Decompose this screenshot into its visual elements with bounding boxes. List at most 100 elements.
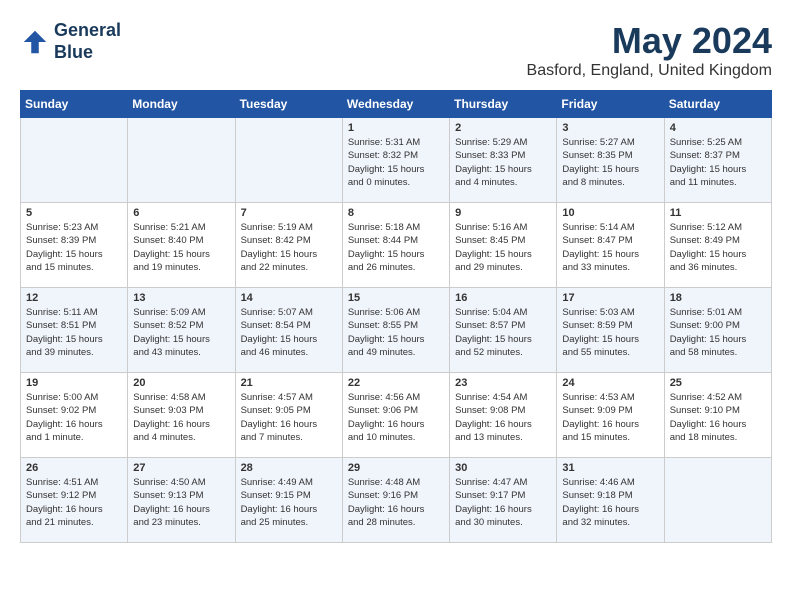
day-number: 14	[241, 292, 337, 304]
calendar-cell: 2 Sunrise: 5:29 AMSunset: 8:33 PMDaylight…	[450, 118, 557, 203]
day-info: Sunrise: 5:11 AMSunset: 8:51 PMDaylight:…	[26, 306, 122, 359]
day-number: 28	[241, 462, 337, 474]
col-header-thursday: Thursday	[450, 91, 557, 118]
day-info: Sunrise: 5:19 AMSunset: 8:42 PMDaylight:…	[241, 221, 337, 274]
day-info: Sunrise: 4:53 AMSunset: 9:09 PMDaylight:…	[562, 391, 658, 444]
logo-text: General Blue	[54, 20, 121, 63]
day-info: Sunrise: 5:09 AMSunset: 8:52 PMDaylight:…	[133, 306, 229, 359]
month-title: May 2024	[527, 20, 772, 62]
calendar-cell: 17Sunrise: 5:03 AMSunset: 8:59 PMDayligh…	[557, 288, 664, 373]
col-header-saturday: Saturday	[664, 91, 771, 118]
day-number: 3	[562, 122, 658, 134]
calendar-cell	[664, 458, 771, 543]
day-number: 17	[562, 292, 658, 304]
day-number: 2	[455, 122, 551, 134]
calendar-cell: 31Sunrise: 4:46 AMSunset: 9:18 PMDayligh…	[557, 458, 664, 543]
calendar-cell: 7 Sunrise: 5:19 AMSunset: 8:42 PMDaylight…	[235, 203, 342, 288]
day-number: 27	[133, 462, 229, 474]
day-info: Sunrise: 4:54 AMSunset: 9:08 PMDaylight:…	[455, 391, 551, 444]
day-info: Sunrise: 4:49 AMSunset: 9:15 PMDaylight:…	[241, 476, 337, 529]
day-info: Sunrise: 4:47 AMSunset: 9:17 PMDaylight:…	[455, 476, 551, 529]
day-number: 4	[670, 122, 766, 134]
day-number: 1	[348, 122, 444, 134]
day-number: 29	[348, 462, 444, 474]
day-number: 10	[562, 207, 658, 219]
calendar-cell: 4 Sunrise: 5:25 AMSunset: 8:37 PMDaylight…	[664, 118, 771, 203]
logo-icon	[20, 27, 50, 57]
calendar-cell: 23 Sunrise: 4:54 AMSunset: 9:08 PMDayligh…	[450, 373, 557, 458]
day-info: Sunrise: 4:50 AMSunset: 9:13 PMDaylight:…	[133, 476, 229, 529]
calendar-cell: 11Sunrise: 5:12 AMSunset: 8:49 PMDayligh…	[664, 203, 771, 288]
day-number: 23	[455, 377, 551, 389]
day-info: Sunrise: 5:29 AMSunset: 8:33 PMDaylight:…	[455, 136, 551, 189]
calendar-cell: 18Sunrise: 5:01 AMSunset: 9:00 PMDayligh…	[664, 288, 771, 373]
day-info: Sunrise: 4:48 AMSunset: 9:16 PMDaylight:…	[348, 476, 444, 529]
day-number: 18	[670, 292, 766, 304]
calendar-cell: 16 Sunrise: 5:04 AMSunset: 8:57 PMDayligh…	[450, 288, 557, 373]
calendar-cell	[235, 118, 342, 203]
day-info: Sunrise: 4:46 AMSunset: 9:18 PMDaylight:…	[562, 476, 658, 529]
col-header-tuesday: Tuesday	[235, 91, 342, 118]
col-header-monday: Monday	[128, 91, 235, 118]
col-header-friday: Friday	[557, 91, 664, 118]
day-info: Sunrise: 5:16 AMSunset: 8:45 PMDaylight:…	[455, 221, 551, 274]
week-row-3: 12 Sunrise: 5:11 AMSunset: 8:51 PMDayligh…	[21, 288, 772, 373]
calendar-cell: 12 Sunrise: 5:11 AMSunset: 8:51 PMDayligh…	[21, 288, 128, 373]
calendar-cell: 9Sunrise: 5:16 AMSunset: 8:45 PMDaylight…	[450, 203, 557, 288]
day-number: 24	[562, 377, 658, 389]
header: General Blue May 2024 Basford, England, …	[20, 20, 772, 80]
week-row-2: 5Sunrise: 5:23 AMSunset: 8:39 PMDaylight…	[21, 203, 772, 288]
calendar-cell: 1 Sunrise: 5:31 AMSunset: 8:32 PMDaylight…	[342, 118, 449, 203]
week-row-5: 26Sunrise: 4:51 AMSunset: 9:12 PMDayligh…	[21, 458, 772, 543]
day-info: Sunrise: 5:00 AMSunset: 9:02 PMDaylight:…	[26, 391, 122, 444]
day-info: Sunrise: 5:04 AMSunset: 8:57 PMDaylight:…	[455, 306, 551, 359]
calendar-cell: 22Sunrise: 4:56 AMSunset: 9:06 PMDayligh…	[342, 373, 449, 458]
calendar-cell: 19 Sunrise: 5:00 AMSunset: 9:02 PMDayligh…	[21, 373, 128, 458]
day-number: 7	[241, 207, 337, 219]
day-number: 21	[241, 377, 337, 389]
calendar-cell	[128, 118, 235, 203]
day-info: Sunrise: 4:52 AMSunset: 9:10 PMDaylight:…	[670, 391, 766, 444]
calendar-table: SundayMondayTuesdayWednesdayThursdayFrid…	[20, 90, 772, 543]
calendar-cell: 25 Sunrise: 4:52 AMSunset: 9:10 PMDayligh…	[664, 373, 771, 458]
calendar-cell: 24 Sunrise: 4:53 AMSunset: 9:09 PMDayligh…	[557, 373, 664, 458]
day-number: 12	[26, 292, 122, 304]
day-info: Sunrise: 5:06 AMSunset: 8:55 PMDaylight:…	[348, 306, 444, 359]
day-number: 15	[348, 292, 444, 304]
calendar-cell: 3 Sunrise: 5:27 AMSunset: 8:35 PMDaylight…	[557, 118, 664, 203]
day-info: Sunrise: 5:21 AMSunset: 8:40 PMDaylight:…	[133, 221, 229, 274]
day-info: Sunrise: 5:07 AMSunset: 8:54 PMDaylight:…	[241, 306, 337, 359]
calendar-cell: 26Sunrise: 4:51 AMSunset: 9:12 PMDayligh…	[21, 458, 128, 543]
day-info: Sunrise: 5:25 AMSunset: 8:37 PMDaylight:…	[670, 136, 766, 189]
day-number: 22	[348, 377, 444, 389]
calendar-cell: 29 Sunrise: 4:48 AMSunset: 9:16 PMDayligh…	[342, 458, 449, 543]
day-number: 16	[455, 292, 551, 304]
calendar-cell: 10 Sunrise: 5:14 AMSunset: 8:47 PMDayligh…	[557, 203, 664, 288]
day-number: 25	[670, 377, 766, 389]
calendar-cell: 20 Sunrise: 4:58 AMSunset: 9:03 PMDayligh…	[128, 373, 235, 458]
day-info: Sunrise: 5:18 AMSunset: 8:44 PMDaylight:…	[348, 221, 444, 274]
day-number: 13	[133, 292, 229, 304]
title-area: May 2024 Basford, England, United Kingdo…	[527, 20, 772, 80]
day-info: Sunrise: 5:31 AMSunset: 8:32 PMDaylight:…	[348, 136, 444, 189]
col-header-wednesday: Wednesday	[342, 91, 449, 118]
day-info: Sunrise: 5:12 AMSunset: 8:49 PMDaylight:…	[670, 221, 766, 274]
logo: General Blue	[20, 20, 121, 63]
day-info: Sunrise: 4:58 AMSunset: 9:03 PMDaylight:…	[133, 391, 229, 444]
calendar-cell: 6Sunrise: 5:21 AMSunset: 8:40 PMDaylight…	[128, 203, 235, 288]
day-number: 5	[26, 207, 122, 219]
day-info: Sunrise: 5:14 AMSunset: 8:47 PMDaylight:…	[562, 221, 658, 274]
day-number: 30	[455, 462, 551, 474]
day-number: 20	[133, 377, 229, 389]
day-info: Sunrise: 4:57 AMSunset: 9:05 PMDaylight:…	[241, 391, 337, 444]
calendar-cell: 5Sunrise: 5:23 AMSunset: 8:39 PMDaylight…	[21, 203, 128, 288]
logo-line1: General	[54, 20, 121, 42]
col-header-sunday: Sunday	[21, 91, 128, 118]
day-info: Sunrise: 5:27 AMSunset: 8:35 PMDaylight:…	[562, 136, 658, 189]
day-number: 19	[26, 377, 122, 389]
week-row-4: 19 Sunrise: 5:00 AMSunset: 9:02 PMDayligh…	[21, 373, 772, 458]
header-row: SundayMondayTuesdayWednesdayThursdayFrid…	[21, 91, 772, 118]
location-title: Basford, England, United Kingdom	[527, 62, 772, 80]
calendar-cell: 14 Sunrise: 5:07 AMSunset: 8:54 PMDayligh…	[235, 288, 342, 373]
calendar-cell: 13 Sunrise: 5:09 AMSunset: 8:52 PMDayligh…	[128, 288, 235, 373]
